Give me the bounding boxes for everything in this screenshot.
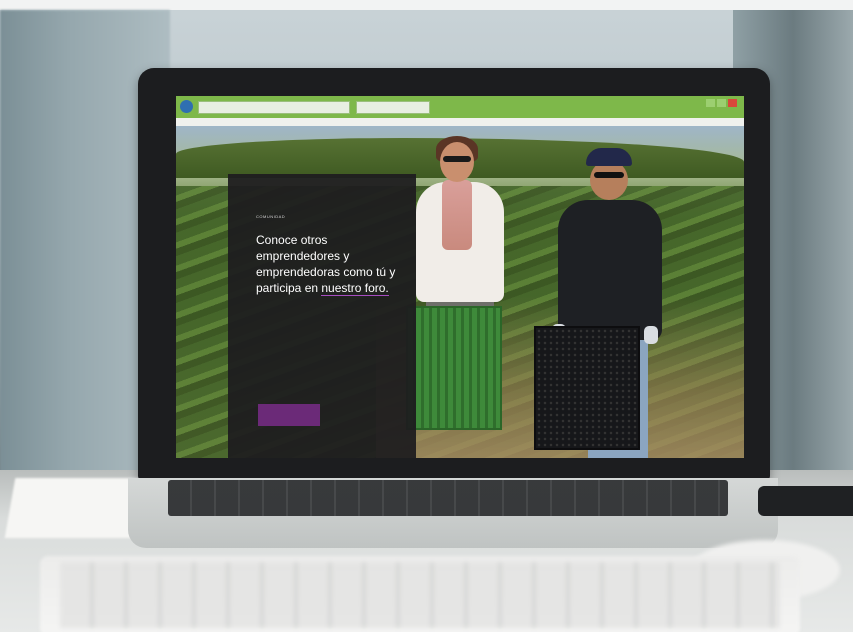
laptop-display: COMUNIDAD Conoce otros emprendedores y e… xyxy=(176,96,744,458)
usb-cable xyxy=(758,486,853,516)
section-eyebrow: COMUNIDAD xyxy=(256,214,286,219)
browser-search-box[interactable] xyxy=(356,101,430,114)
green-crate xyxy=(406,306,502,430)
minimize-icon[interactable] xyxy=(706,99,715,107)
torso xyxy=(558,200,662,340)
glove-icon xyxy=(644,326,658,344)
browser-toolbar xyxy=(176,96,744,118)
scarf xyxy=(442,180,472,250)
forum-link[interactable]: nuestro foro. xyxy=(321,281,389,296)
browser-menu-bar xyxy=(176,118,744,126)
sunglasses-icon xyxy=(594,172,624,178)
black-crate xyxy=(534,326,640,450)
community-panel: COMUNIDAD Conoce otros emprendedores y e… xyxy=(228,174,416,458)
foreground-keys xyxy=(60,562,780,628)
vineyard-scene: COMUNIDAD Conoce otros emprendedores y e… xyxy=(176,126,744,458)
sunglasses-icon xyxy=(443,156,471,162)
top-border xyxy=(0,0,853,10)
panel-headline: Conoce otros emprendedores y emprendedor… xyxy=(256,232,406,296)
face xyxy=(440,142,474,182)
laptop-keyboard xyxy=(168,480,728,516)
join-forum-button[interactable] xyxy=(258,404,320,426)
photo-background: COMUNIDAD Conoce otros emprendedores y e… xyxy=(0,0,853,632)
close-icon[interactable] xyxy=(728,99,737,107)
cap xyxy=(586,148,632,166)
address-bar[interactable] xyxy=(198,101,350,114)
maximize-icon[interactable] xyxy=(717,99,726,107)
face xyxy=(590,160,628,200)
back-arrow-icon[interactable] xyxy=(180,100,193,113)
